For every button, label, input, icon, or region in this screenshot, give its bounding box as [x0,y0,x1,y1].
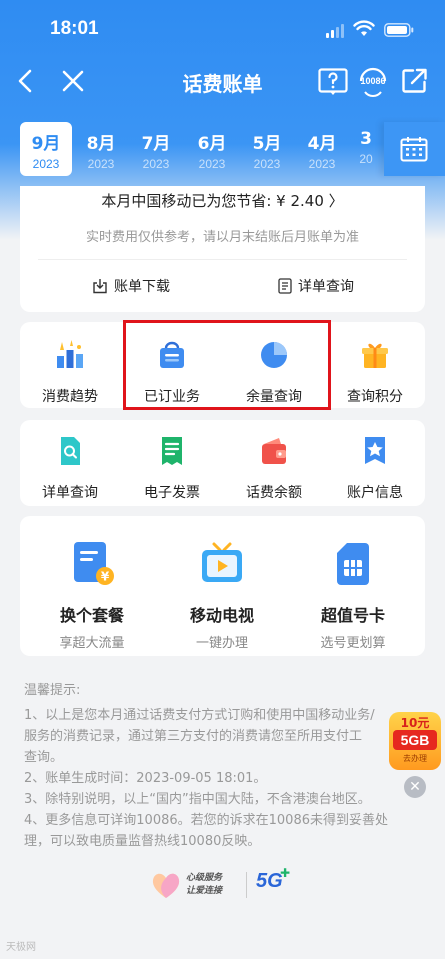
list-doc-icon [278,278,292,294]
month-tab-8[interactable]: 8月 2023 [75,122,127,176]
footer-divider [246,872,247,898]
detail-query-button[interactable]: 详单查询 [278,276,354,296]
service-number: 10086 [360,76,386,86]
phone-balance-button[interactable]: 话费余额 [224,434,324,502]
customer-service-button[interactable]: 10086 [356,66,390,98]
month-tab-6[interactable]: 6月 2023 [186,122,238,176]
wifi-icon [353,20,375,36]
trend-icon [57,340,83,368]
promo-line-3: 去办理 [403,754,427,763]
quick-actions-card-2: 详单查询 电子发票 话费余额 账户信息 [20,420,425,506]
tv-icon [202,542,242,582]
month-tab-7[interactable]: 7月 2023 [130,122,182,176]
tips-line: 查询。 [24,750,64,765]
star-badge-icon [365,437,385,464]
bill-download-button[interactable]: 账单下载 [92,276,170,296]
mobile-tv-button[interactable]: 移动电视 一键办理 [157,538,287,651]
wallet-icon [262,438,286,464]
e-invoice-button[interactable]: 电子发票 [122,434,222,502]
share-icon[interactable] [402,68,428,94]
month-selector: 9月 2023 8月 2023 7月 2023 6月 2023 5月 2023 … [0,122,445,178]
query-points-button[interactable]: 查询积分 [325,338,425,406]
bill-summary-card: 本月中国移动已为您节省: ¥ 2.40 〉 实时费用仅供参考，请以月末结账后月账… [20,186,425,312]
help-icon[interactable] [318,68,348,96]
promo-close-button[interactable]: ✕ [404,776,426,798]
highlight-box [123,320,331,410]
watermark: 天极网 [6,942,36,953]
savings-text[interactable]: 本月中国移动已为您节省: ¥ 2.40 〉 [20,190,425,211]
5g-badge: 5G [256,870,283,892]
battery-icon [384,23,414,37]
invoice-icon [162,437,182,465]
month-tab-3[interactable]: 3 20 [351,122,381,176]
tips-line: 1、以上是您本月通过话费支付方式订购和使用中国移动业务/ [24,708,375,723]
month-tab-5[interactable]: 5月 2023 [241,122,293,176]
calendar-icon [400,137,428,162]
consumption-trend-button[interactable]: 消费趋势 [20,338,120,406]
tips-line: 2、账单生成时间：2023-09-05 18:01。 [24,771,267,786]
heart-logo-icon [152,873,180,898]
tips-section: 温馨提示: 1、以上是您本月通过话费支付方式订购和使用中国移动业务/ 服务的消费… [24,680,424,852]
status-time: 18:01 [50,18,99,39]
nav-bar: 话费账单 10086 [0,60,445,104]
footer-brand: 心级服务 让爱连接 5G ✚ [150,866,300,910]
close-icon: ✕ [409,779,421,795]
promo-float-button[interactable]: 10元 5GB 去办理 [389,712,441,770]
bill-note: 实时费用仅供参考，请以月末结账后月账单为准 [85,230,359,245]
change-plan-button[interactable]: ¥ 换个套餐 享超大流量 [27,538,157,651]
tips-line: 4、更多信息可详询10086。若您的诉求在10086未得到妥善处 [24,813,388,828]
gift-icon [362,343,388,368]
tips-line: 服务的消费记录，通过第三方支付的消费请您至所用支付工 [24,729,363,744]
5g-plus-icon: ✚ [280,866,291,880]
plan-icon: ¥ [74,542,114,585]
divider [38,259,407,260]
status-bar: 18:01 [0,0,445,62]
sim-icon [337,543,369,585]
tips-heading: 温馨提示: [24,683,81,698]
featured-services-card: ¥ 换个套餐 享超大流量 移动电视 一键办理 超值号卡 选号更划算 [20,516,425,656]
footer-slogan: 心级服务 让爱连接 [186,873,223,896]
month-tab-4[interactable]: 4月 2023 [296,122,348,176]
calendar-button[interactable] [384,122,445,176]
svg-text:¥: ¥ [101,570,110,584]
promo-line-1: 10元 [400,716,430,730]
tips-line: 3、除特别说明，以上“国内”指中国大陆，不含港澳台地区。 [24,792,371,807]
promo-line-2: 5GB [393,730,437,750]
cellular-signal-icon [326,24,344,38]
download-icon [93,279,107,294]
month-tab-9[interactable]: 9月 2023 [20,122,72,176]
detail-list-query-button[interactable]: 详单查询 [20,434,120,502]
doc-search-icon [61,437,80,465]
tips-line: 理，可以致电质量监督热线10080反映。 [24,834,261,849]
account-info-button[interactable]: 账户信息 [325,434,425,502]
value-sim-card-button[interactable]: 超值号卡 选号更划算 [288,538,418,651]
